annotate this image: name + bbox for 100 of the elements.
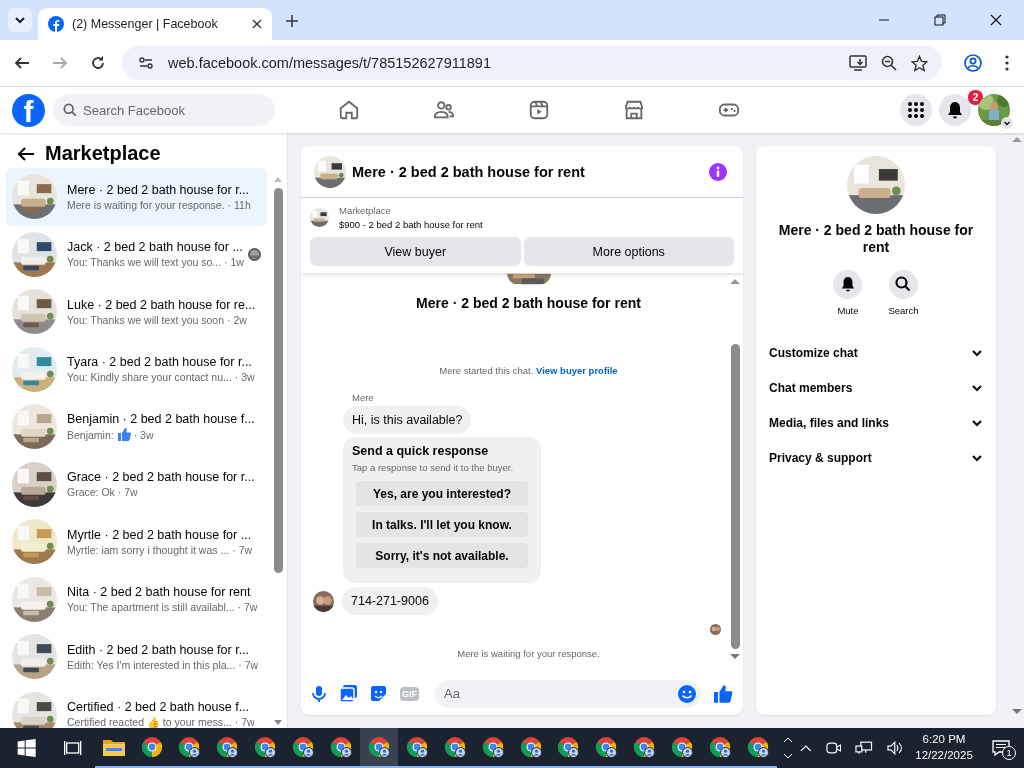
- network-icon[interactable]: [855, 741, 873, 755]
- chat-title: Mere · 2 bed 2 bath house for rent: [352, 163, 585, 180]
- chrome-icon: [481, 736, 504, 758]
- friends-icon[interactable]: [432, 99, 455, 121]
- listing-button[interactable]: More options: [523, 237, 734, 266]
- install-app-icon[interactable]: [849, 54, 867, 72]
- search-button[interactable]: [889, 269, 918, 299]
- notifications-button[interactable]: [939, 94, 971, 126]
- mute-button[interactable]: [833, 269, 863, 299]
- quick-reply-button[interactable]: Sorry, it's not available.: [356, 543, 528, 568]
- star-icon[interactable]: [911, 54, 928, 72]
- conversation-item[interactable]: Myrtle · 2 bed 2 bath house for ... Myrtle: iam sorry i thought it was ... · 7w: [6, 513, 267, 571]
- browser-tab[interactable]: (2) Messenger | Facebook: [38, 8, 272, 40]
- conversation-title: Edith · 2 bed 2 bath house for r...: [67, 642, 251, 657]
- scroll-up-icon[interactable]: [782, 737, 793, 743]
- new-tab-icon[interactable]: [286, 15, 298, 27]
- caret-icon[interactable]: [1001, 117, 1013, 129]
- microphone-icon[interactable]: [311, 684, 327, 703]
- emoji-icon[interactable]: [678, 684, 696, 703]
- back-arrow-icon[interactable]: [17, 145, 35, 162]
- profile-icon[interactable]: [964, 54, 982, 72]
- sticker-icon[interactable]: [370, 685, 387, 702]
- back-icon[interactable]: [14, 55, 30, 71]
- chrome-icon: [671, 736, 694, 758]
- site-settings-icon[interactable]: [138, 55, 154, 71]
- chrome-icon: [633, 736, 656, 758]
- bell-icon: [946, 101, 964, 119]
- clock[interactable]: 6:20 PM 12/22/2025: [915, 732, 973, 764]
- windows-start-icon[interactable]: [15, 739, 39, 757]
- conversation-item[interactable]: Jack · 2 bed 2 bath house for ... You: Thanks we will text you so... · 1w: [6, 225, 267, 283]
- message-field[interactable]: Aa: [435, 679, 701, 708]
- zoom-icon[interactable]: [881, 55, 897, 71]
- close-icon[interactable]: [252, 19, 262, 29]
- message-time: · 1w: [224, 256, 244, 269]
- message-preview: You: Thanks we will text you soon: [67, 313, 224, 326]
- image-icon[interactable]: [340, 685, 357, 702]
- home-icon[interactable]: [337, 99, 360, 121]
- message-preview: Myrtle: iam sorry i thought it was ...: [67, 543, 230, 556]
- camera-icon[interactable]: [825, 741, 842, 755]
- address-field[interactable]: web.facebook.com/messages/t/785152627911891: [122, 46, 942, 80]
- search-field[interactable]: Search Facebook: [53, 94, 275, 126]
- view-buyer-profile-link[interactable]: View buyer profile: [536, 365, 618, 376]
- grid-icon: [907, 101, 925, 119]
- chrome-icon: [178, 736, 201, 758]
- conversation-item[interactable]: Luke · 2 bed 2 bath house for re... You: Thanks we will text you soon · 2w: [6, 283, 267, 341]
- quick-response-hint: Tap a response to send it to the buyer.: [352, 462, 514, 473]
- reload-icon[interactable]: [90, 55, 106, 71]
- taskbar-app[interactable]: [360, 728, 398, 768]
- chrome-icon: [747, 736, 769, 758]
- message-time: · 7w: [238, 658, 259, 671]
- speech-bubble-icon[interactable]: [992, 740, 1011, 756]
- conversation-item[interactable]: Benjamin · 2 bed 2 bath house f... Benjamin: · 3w: [6, 398, 267, 456]
- quick-reply-button[interactable]: In talks. I'll let you know.: [356, 512, 528, 537]
- menu-button[interactable]: [900, 94, 932, 126]
- sidebar-title: Marketplace: [45, 142, 161, 165]
- video-icon[interactable]: [527, 99, 550, 121]
- tab-list-button[interactable]: [8, 8, 32, 32]
- tab-title: (2) Messenger | Facebook: [72, 17, 219, 31]
- message-time: · 7w: [234, 716, 255, 728]
- message-bubble: Hi, is this available?: [343, 406, 472, 434]
- message-preview: You: Kindly share your contact nu...: [67, 371, 232, 384]
- listing-title: $900 - 2 bed 2 bath house for rent: [339, 219, 483, 230]
- listing-button[interactable]: View buyer: [310, 237, 521, 266]
- message-preview: You: Thanks we will text you so...: [67, 256, 222, 269]
- chrome-icon: [519, 736, 542, 758]
- conversation-item[interactable]: Nita · 2 bed 2 bath house for rent You: The apartment is still availabl... · 7w: [6, 570, 267, 628]
- menu-icon[interactable]: [1004, 55, 1010, 71]
- conversation-item[interactable]: Mere · 2 bed 2 bath house for r... Mere is waiting for your response. · 11h: [6, 168, 267, 226]
- conversation-item[interactable]: Tyara · 2 bed 2 bath house for r... You: Kindly share your contact nu... · 3w: [6, 340, 267, 398]
- conversation-title: Grace · 2 bed 2 bath house for r...: [67, 470, 256, 485]
- store-icon[interactable]: [622, 99, 645, 121]
- facebook-logo[interactable]: f: [12, 93, 45, 127]
- section-header[interactable]: Chat members: [756, 370, 996, 406]
- section-header[interactable]: Media, files and links: [756, 405, 996, 441]
- conversation-item[interactable]: Edith · 2 bed 2 bath house for r... Edith: Yes I'm interested in this pla... · 7w: [6, 628, 267, 686]
- chrome-icon: [367, 736, 390, 758]
- chrome-icon: [140, 736, 163, 758]
- bell-icon: [839, 276, 856, 293]
- sender-name: Mere: [352, 392, 374, 403]
- listing-label: Marketplace: [339, 205, 392, 216]
- close-icon[interactable]: [990, 14, 1002, 26]
- info-icon[interactable]: [709, 162, 727, 181]
- thumbs-up-icon[interactable]: [714, 684, 733, 703]
- section-header[interactable]: Privacy & support: [756, 440, 996, 476]
- restore-icon[interactable]: [934, 14, 946, 26]
- clock-date: 12/22/2025: [915, 748, 973, 763]
- section-header[interactable]: Customize chat: [756, 335, 996, 371]
- system-message: Mere started this chat. View buyer profile: [439, 365, 618, 376]
- quick-reply-button[interactable]: Yes, are you interested?: [356, 481, 528, 506]
- quick-response-title: Send a quick response: [352, 444, 489, 458]
- status-text: Mere is waiting for your response.: [457, 648, 600, 659]
- message-bubble: 714-271-9006: [342, 587, 438, 615]
- chrome-icon: [330, 736, 353, 758]
- url-text: web.facebook.com/messages/t/785152627911891: [168, 55, 491, 71]
- chevron-up-icon[interactable]: [799, 744, 812, 752]
- conversation-item[interactable]: Grace · 2 bed 2 bath house for r... Grace: Ok · 7w: [6, 455, 267, 513]
- chrome-icon: [216, 736, 239, 758]
- conversation-title: Certified · 2 bed 2 bath house f...: [67, 699, 251, 714]
- scroll-down-icon[interactable]: [782, 753, 793, 759]
- volume-icon[interactable]: [886, 741, 903, 755]
